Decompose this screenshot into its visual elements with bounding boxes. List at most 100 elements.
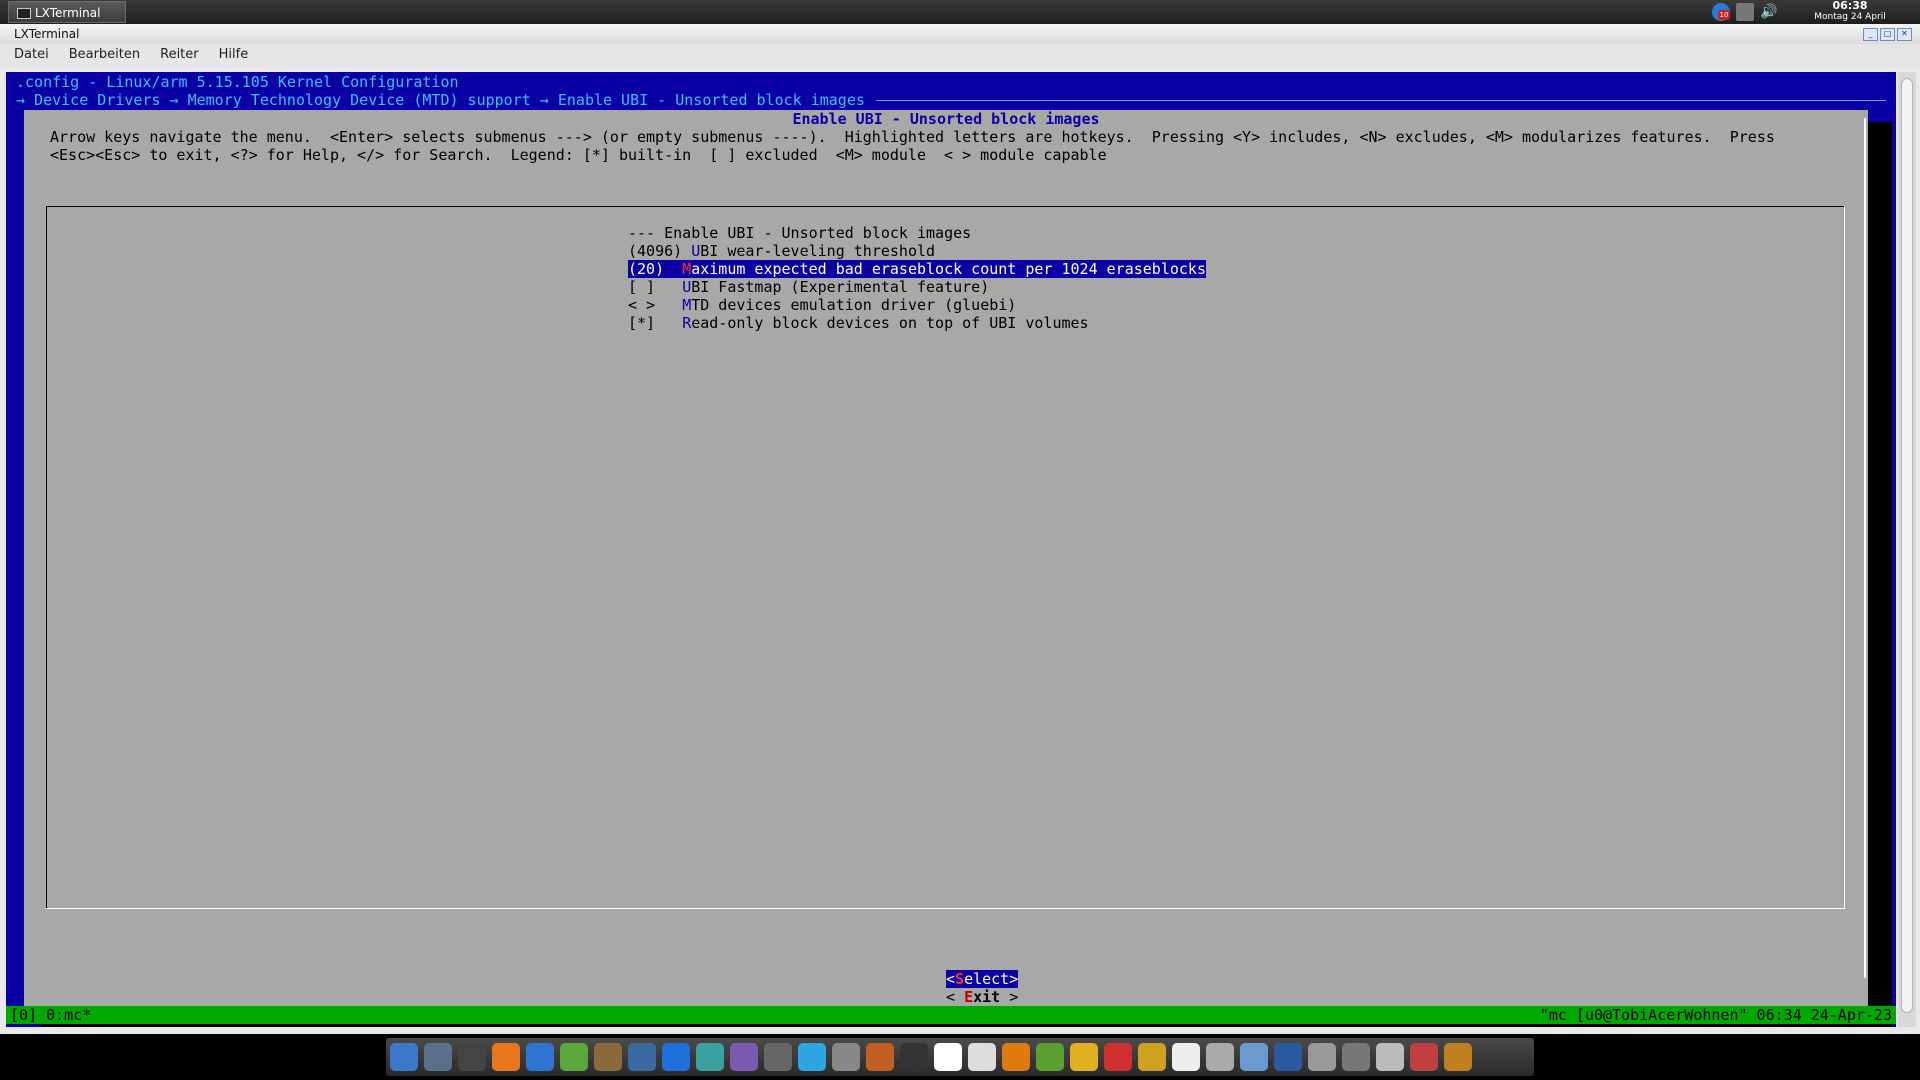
- top-panel: LXTerminal 10 🔊 06:38 Montag 24 April: [0, 0, 1920, 24]
- color-grid-icon[interactable]: [1104, 1043, 1132, 1071]
- folders-icon[interactable]: [1070, 1043, 1098, 1071]
- menu-item[interactable]: [ ] UBI Fastmap (Experimental feature): [628, 278, 989, 296]
- menu-item-hotkey: U: [682, 278, 692, 296]
- menu-reiter[interactable]: Reiter: [160, 44, 199, 66]
- firefox-icon[interactable]: [492, 1043, 520, 1071]
- button-bracket: <: [946, 1024, 964, 1027]
- menu-item-prefix: [ ]: [628, 278, 683, 296]
- menu-item-hotkey: U: [691, 242, 701, 260]
- header-rule: [876, 100, 1886, 101]
- video-editor-icon[interactable]: [900, 1043, 928, 1071]
- maximize-button[interactable]: □: [1880, 28, 1895, 41]
- database-icon[interactable]: [1308, 1043, 1336, 1071]
- menu-item[interactable]: [*] Read-only block devices on top of UB…: [628, 314, 1089, 332]
- menu-item-label: BI wear-leveling threshold: [700, 242, 936, 260]
- taskbar-button-lxterminal[interactable]: LXTerminal: [8, 1, 126, 23]
- disk-utility-icon[interactable]: [424, 1043, 452, 1071]
- help-text-line-1: Arrow keys navigate the menu. <Enter> se…: [50, 128, 1775, 146]
- network-icon[interactable]: [1736, 3, 1754, 21]
- scrollbar-thumb[interactable]: [1901, 78, 1913, 1013]
- file-manager-icon[interactable]: [390, 1043, 418, 1071]
- close-button[interactable]: ✕: [1897, 28, 1912, 41]
- vlc-icon[interactable]: [1002, 1043, 1030, 1071]
- document-icon[interactable]: [1172, 1043, 1200, 1071]
- update-notifier-icon[interactable]: 10: [1712, 3, 1730, 21]
- telegram-icon[interactable]: [798, 1043, 826, 1071]
- menu-hilfe[interactable]: Hilfe: [219, 44, 249, 66]
- menuconfig-dialog: Enable UBI - Unsorted block images Arrow…: [24, 110, 1868, 1027]
- menu-item-label: TD devices emulation driver (gluebi): [691, 296, 1017, 314]
- window-controls: _ □ ✕: [1863, 28, 1912, 41]
- save-button[interactable]: < Save >: [946, 1024, 1018, 1027]
- amazon-icon[interactable]: [934, 1043, 962, 1071]
- sync-icon[interactable]: [696, 1043, 724, 1071]
- dosbox-icon[interactable]: [1444, 1043, 1472, 1071]
- menu-box-border-bottom: [46, 908, 1845, 909]
- system-monitor-icon[interactable]: [1274, 1043, 1302, 1071]
- mouse-icon[interactable]: [1342, 1043, 1370, 1071]
- select-button[interactable]: <Select>: [946, 970, 1019, 988]
- menu-box-border: [1844, 206, 1845, 908]
- clock[interactable]: 06:38 Montag 24 April: [1784, 0, 1916, 23]
- robot-icon[interactable]: [1240, 1043, 1268, 1071]
- dock-bar: [386, 1038, 1534, 1076]
- menu-item-hotkey: M: [682, 296, 692, 314]
- window-titlebar[interactable]: LXTerminal _ □ ✕: [0, 24, 1920, 44]
- menu-item-hotkey: M: [682, 260, 692, 278]
- rocket-icon[interactable]: [1036, 1043, 1064, 1071]
- minimize-button[interactable]: _: [1863, 28, 1878, 41]
- button-bracket: >: [1009, 970, 1019, 988]
- clock-date: Montag 24 April: [1814, 12, 1886, 22]
- button-hotkey: S: [955, 970, 965, 988]
- menu-item-prefix: < >: [628, 296, 683, 314]
- chat-icon[interactable]: [730, 1043, 758, 1071]
- dock: [0, 1034, 1920, 1080]
- terminal-icon: [17, 8, 31, 19]
- help-text-line-2: <Esc><Esc> to exit, <?> for Help, </> fo…: [50, 146, 1107, 164]
- clock-time: 06:38: [1832, 0, 1868, 12]
- menu-item-label: Enable UBI - Unsorted block images: [664, 224, 972, 242]
- status-right: "mc [u0@TobiAcerWohnen" 06:34 24-Apr-23: [1539, 1006, 1892, 1024]
- exit-button[interactable]: < Exit >: [946, 988, 1018, 1006]
- gimp-icon[interactable]: [832, 1043, 860, 1071]
- button-label: elect: [964, 970, 1010, 988]
- notification-badge: 10: [1718, 10, 1730, 20]
- menu-bar: Datei Bearbeiten Reiter Hilfe: [0, 44, 1920, 66]
- teamviewer-icon[interactable]: [662, 1043, 690, 1071]
- menu-item-label: BI Fastmap (Experimental feature): [691, 278, 990, 296]
- button-bracket: <: [946, 988, 965, 1006]
- menu-item-prefix: [*]: [628, 314, 683, 332]
- menu-datei[interactable]: Datei: [14, 44, 49, 66]
- volume-icon[interactable]: 🔊: [1760, 3, 1778, 21]
- mail-icon[interactable]: [526, 1043, 554, 1071]
- terminal-area[interactable]: .config - Linux/arm 5.15.105 Kernel Conf…: [6, 72, 1896, 1027]
- menu-item[interactable]: (4096) UBI wear-leveling threshold: [628, 242, 935, 260]
- menu-item[interactable]: --- Enable UBI - Unsorted block images: [628, 224, 971, 242]
- phone-icon[interactable]: [1376, 1043, 1404, 1071]
- settings-icon[interactable]: [764, 1043, 792, 1071]
- terminal-scrollbar[interactable]: [1898, 72, 1916, 1027]
- monitor-icon[interactable]: [458, 1043, 486, 1071]
- spreadsheet-icon[interactable]: [628, 1043, 656, 1071]
- teapot-icon[interactable]: [1138, 1043, 1166, 1071]
- menu-item-label: ead-only block devices on top of UBI vol…: [691, 314, 1089, 332]
- menu-item[interactable]: < > MTD devices emulation driver (gluebi…: [628, 296, 1016, 314]
- clock-icon[interactable]: [968, 1043, 996, 1071]
- lxterminal-window: LXTerminal _ □ ✕ Datei Bearbeiten Reiter…: [0, 24, 1920, 1034]
- status-left: [0] 0:mc*: [10, 1006, 92, 1024]
- menu-item-selected[interactable]: (20) Maximum expected bad eraseblock cou…: [628, 260, 1206, 278]
- dialog-title: Enable UBI - Unsorted block images: [792, 110, 1100, 128]
- button-label: ave: [973, 1024, 1000, 1027]
- dialog-shadow: [1868, 122, 1892, 1022]
- button-label: xit: [973, 988, 1001, 1006]
- leaf-icon[interactable]: [560, 1043, 588, 1071]
- config-header: .config - Linux/arm 5.15.105 Kernel Conf…: [16, 73, 459, 91]
- menu-item-label: aximum expected bad eraseblock count per…: [691, 260, 1206, 278]
- latex-icon[interactable]: [594, 1043, 622, 1071]
- calculator-icon[interactable]: [1206, 1043, 1234, 1071]
- download-icon[interactable]: [1410, 1043, 1438, 1071]
- system-tray: 10 🔊: [1712, 2, 1778, 22]
- fruit-icon[interactable]: [866, 1043, 894, 1071]
- tmux-status-bar: [0] 0:mc* "mc [u0@TobiAcerWohnen" 06:34 …: [6, 1006, 1896, 1024]
- menu-bearbeiten[interactable]: Bearbeiten: [69, 44, 140, 66]
